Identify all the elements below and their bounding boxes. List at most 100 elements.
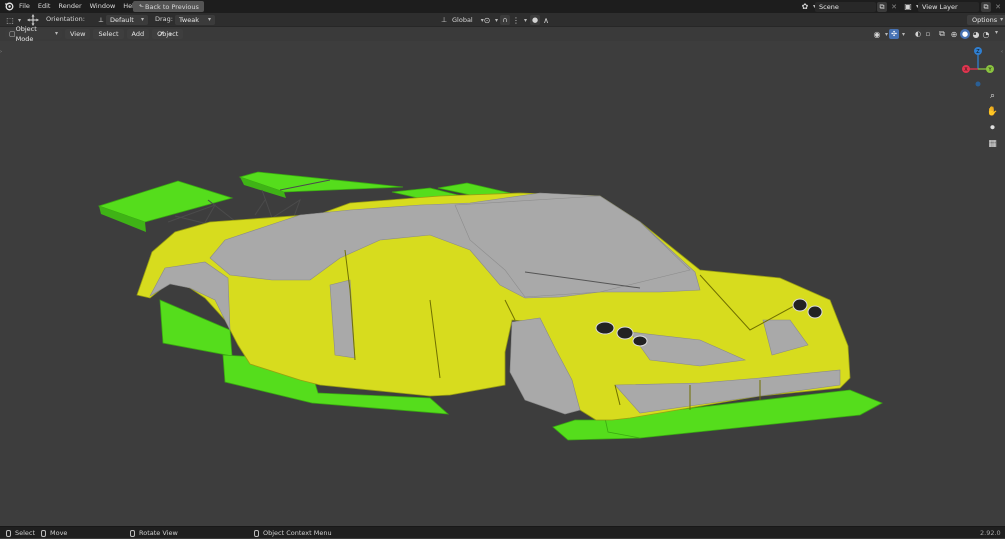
pivot-icon: ⊙ (483, 15, 491, 25)
menu-file[interactable]: File (15, 1, 34, 12)
menu-edit[interactable]: Edit (34, 1, 55, 12)
hand-icon: ✋ (986, 106, 999, 117)
select-box-icon: ⬚ (6, 15, 14, 25)
chevron-down-icon: ▾ (169, 30, 173, 38)
eye-icon: ◉ (873, 29, 881, 39)
top-bar: File Edit Render Window Help ⬑ Back to P… (0, 0, 1005, 13)
status-rotate-view: Rotate View (139, 529, 178, 537)
tool-settings-header: ⬚ ▾ Orientation: ⟂ Default ▾ Drag: Tweak… (0, 13, 1005, 27)
menu-select[interactable]: Select (93, 29, 124, 39)
snap-toggle[interactable]: ∩ (500, 15, 510, 25)
close-icon: ✕ (995, 3, 1001, 11)
options-label: Options (972, 16, 998, 24)
chevron-down-icon: ▾ (885, 30, 889, 38)
camera-icon: ⏺ (990, 122, 995, 133)
new-scene-button[interactable]: ⧉ (877, 2, 887, 12)
close-icon: ✕ (891, 3, 897, 11)
snap-target-dropdown[interactable]: ⋮ ▾ (511, 15, 527, 25)
camera-view-button[interactable]: ⏺ (986, 121, 999, 134)
gpencil-dropdown[interactable]: ↗ ▾ (156, 29, 172, 39)
transform-orientation-dropdown[interactable]: ⊥ Global ▾ (439, 15, 484, 25)
orientation-icon: ⟂ (98, 15, 104, 24)
shading-solid[interactable]: ● (960, 29, 970, 39)
perspective-toggle-button[interactable]: ▦ (986, 137, 999, 150)
visibility-dropdown[interactable]: ◉ ▾ (872, 29, 889, 39)
pivot-point-dropdown[interactable]: ⊙ ▾ (482, 15, 498, 25)
scene-selector[interactable]: ✿ ▾ (800, 1, 816, 11)
viewport-header: ▢ Object Mode ▾ View Select Add Object ↗… (0, 25, 1005, 43)
menu-view[interactable]: View (65, 29, 91, 39)
orientation-value: Default (110, 16, 134, 24)
back-to-previous-label: Back to Previous (145, 2, 199, 11)
transform-orientation-value: Global (452, 16, 473, 24)
falloff-dropdown[interactable]: ∧ (541, 15, 551, 25)
chevron-down-icon: ▾ (495, 16, 499, 24)
delete-view-layer-button[interactable]: ✕ (993, 2, 1003, 12)
x-axis-label: X (964, 67, 968, 73)
magnifier-icon: ⌕ (989, 90, 996, 101)
new-layer-icon: ⧉ (981, 2, 991, 12)
xray-icon: ⧉ (939, 29, 945, 38)
proportional-edit-icon: ● (530, 15, 540, 25)
mouse-middle-icon (130, 529, 135, 537)
global-axes-icon: ⊥ (440, 16, 448, 24)
chevron-down-icon: ▾ (54, 30, 58, 37)
toolbar-expand-handle[interactable]: › (0, 49, 3, 55)
menu-window[interactable]: Window (86, 1, 120, 12)
shading-options-dropdown[interactable]: ▾ (992, 29, 998, 36)
3d-viewport[interactable]: Z X Y ⌕ ✋ ⏺ ▦ › ‹ (0, 41, 1005, 526)
options-button[interactable]: Options ▾ (967, 15, 1005, 25)
shading-wireframe[interactable]: ⊕ (949, 29, 959, 39)
drag-dropdown[interactable]: Tweak ▾ (175, 15, 215, 25)
view-layer-selector[interactable]: ▣ ▾ (903, 1, 919, 11)
magnet-icon: ∩ (500, 15, 510, 25)
mode-dropdown[interactable]: ▢ Object Mode ▾ (5, 25, 62, 43)
chevron-down-icon: ▾ (140, 16, 144, 23)
blender-logo-icon[interactable] (4, 1, 14, 11)
shading-material[interactable]: ◕ (971, 29, 981, 39)
shading-rendered[interactable]: ◔ (981, 29, 991, 39)
status-bar: Select Move Rotate View Object Context M… (0, 526, 1005, 538)
status-move: Move (50, 529, 68, 537)
scene-name-field[interactable]: Scene (815, 2, 876, 12)
curve-stroke-icon: ↗ (158, 30, 164, 38)
back-arrow-icon: ⬑ (138, 3, 144, 10)
orientation-label: Orientation: (46, 15, 85, 23)
gizmo-toggle[interactable]: ✣ ▾ (889, 29, 905, 39)
car-model[interactable] (0, 41, 1005, 526)
scene-name: Scene (819, 3, 839, 11)
mouse-right-icon (254, 529, 259, 537)
pan-view-button[interactable]: ✋ (986, 105, 999, 118)
gizmo-icon: ✣ (889, 29, 899, 39)
overlays-dropdown[interactable]: ▫ (924, 29, 932, 39)
material-shading-icon: ◕ (972, 29, 980, 39)
new-view-layer-button[interactable]: ⧉ (981, 2, 991, 12)
sidebar-expand-handle[interactable]: ‹ (1001, 49, 1004, 55)
proportional-edit-toggle[interactable]: ● (530, 15, 540, 25)
overlay-options-icon: ▫ (924, 29, 932, 39)
delete-scene-button[interactable]: ✕ (889, 2, 899, 12)
new-scene-icon: ⧉ (877, 2, 887, 12)
navigation-gizmo[interactable]: Z X Y (958, 47, 998, 93)
neg-z-axis-ball[interactable] (975, 81, 981, 87)
view-layer-icon: ▣ (904, 1, 912, 11)
drag-label: Drag: (155, 15, 173, 23)
grid-icon: ▦ (988, 138, 997, 149)
back-to-previous-button[interactable]: ⬑ Back to Previous (133, 1, 204, 12)
overlays-toggle[interactable]: ◐ (913, 29, 923, 39)
view-layer-field[interactable]: View Layer (918, 2, 979, 12)
xray-toggle[interactable]: ⧉ (937, 29, 947, 39)
orientation-dropdown[interactable]: Default ▾ (106, 15, 148, 25)
mouse-left-icon (6, 529, 11, 537)
chevron-down-icon: ▾ (995, 29, 999, 36)
solid-shading-icon: ● (960, 29, 970, 39)
menu-render[interactable]: Render (54, 1, 85, 12)
z-axis-label: Z (976, 49, 980, 55)
version-label: 2.92.0 (980, 529, 1001, 537)
menu-add[interactable]: Add (126, 29, 150, 39)
status-context-menu: Object Context Menu (263, 529, 332, 537)
view-layer-name: View Layer (922, 3, 958, 11)
chevron-down-icon: ▾ (524, 16, 528, 24)
overlays-icon: ◐ (913, 29, 923, 39)
zoom-view-button[interactable]: ⌕ (986, 89, 999, 102)
